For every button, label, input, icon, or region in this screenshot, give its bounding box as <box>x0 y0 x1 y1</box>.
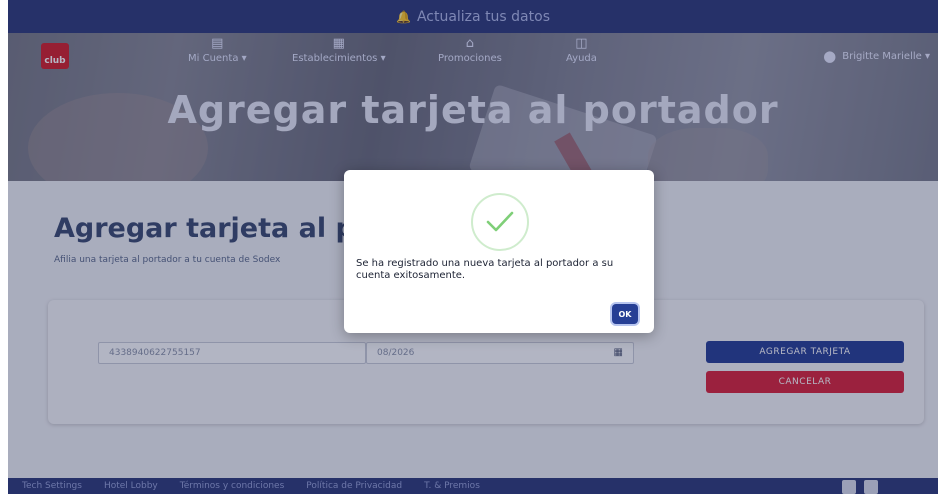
success-check-icon <box>471 193 529 251</box>
ok-button[interactable]: OK <box>612 304 638 324</box>
success-dialog: Se ha registrado una nueva tarjeta al po… <box>344 170 654 333</box>
checkmark-icon <box>486 211 514 232</box>
app-window: 🔔 Actualiza tus datos club ▤ Mi Cuenta ▾… <box>8 0 938 494</box>
success-message: Se ha registrado una nueva tarjeta al po… <box>356 258 614 281</box>
